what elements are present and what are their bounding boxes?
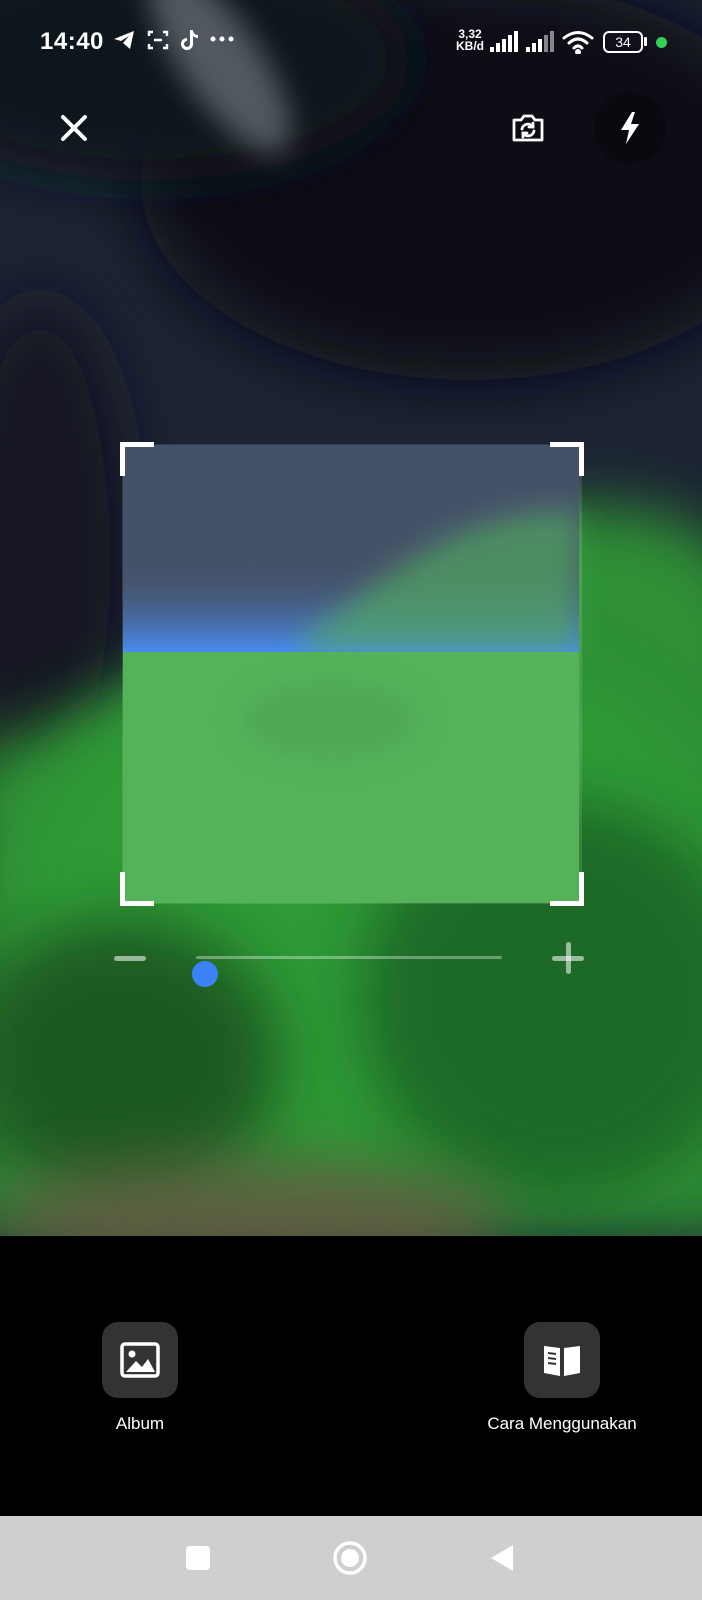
guide-icon-tile[interactable]	[524, 1322, 600, 1398]
signal-icon	[526, 30, 556, 57]
camera-switch-icon	[512, 114, 544, 142]
charging-dot	[656, 37, 667, 48]
status-bar: 14:40 3,32 KB/d 34	[0, 0, 702, 84]
screenshot-icon	[146, 28, 170, 57]
signal-icon	[490, 30, 520, 57]
flash-button[interactable]	[594, 92, 666, 164]
corner-bottom-left	[120, 872, 154, 906]
close-icon	[61, 115, 87, 141]
scan-area	[122, 444, 582, 904]
circle-icon	[333, 1541, 367, 1575]
corner-top-right	[550, 442, 584, 476]
square-icon	[186, 1546, 210, 1570]
telegram-icon	[112, 28, 136, 57]
book-icon	[544, 1346, 580, 1376]
zoom-slider-thumb[interactable]	[192, 961, 219, 987]
corner-top-left	[120, 442, 154, 476]
album-label: Album	[115, 1414, 165, 1433]
triangle-back-icon	[491, 1545, 513, 1571]
zoom-out-button[interactable]	[114, 944, 146, 972]
bottom-panel: Album Cara Menggunakan	[0, 1236, 702, 1516]
corner-bottom-right	[550, 872, 584, 906]
how-to-use-button[interactable]: Cara Menggunakan	[484, 1322, 640, 1434]
more-dots-icon	[210, 32, 234, 50]
clock: 14:40	[40, 28, 104, 55]
zoom-in-button[interactable]	[552, 942, 584, 974]
close-button[interactable]	[50, 104, 98, 152]
scan-frame	[120, 442, 584, 906]
zoom-slider-track[interactable]	[192, 956, 502, 987]
battery-tip	[644, 37, 647, 46]
battery-icon: 34	[603, 31, 643, 53]
wifi-icon	[562, 30, 594, 59]
navigation-bar	[0, 1516, 702, 1600]
home-button[interactable]	[328, 1536, 372, 1580]
switch-camera-button[interactable]	[498, 98, 558, 158]
net-speed: 3,32 KB/d	[456, 27, 484, 53]
album-button[interactable]: Album	[102, 1322, 178, 1434]
image-icon	[120, 1342, 160, 1378]
back-button[interactable]	[480, 1536, 524, 1580]
album-icon-tile[interactable]	[102, 1322, 178, 1398]
how-to-use-label: Cara Menggunakan	[487, 1414, 637, 1433]
zoom-control	[110, 940, 600, 987]
recent-apps-button[interactable]	[176, 1536, 220, 1580]
flash-icon	[621, 112, 639, 144]
tiktok-icon	[178, 28, 200, 57]
